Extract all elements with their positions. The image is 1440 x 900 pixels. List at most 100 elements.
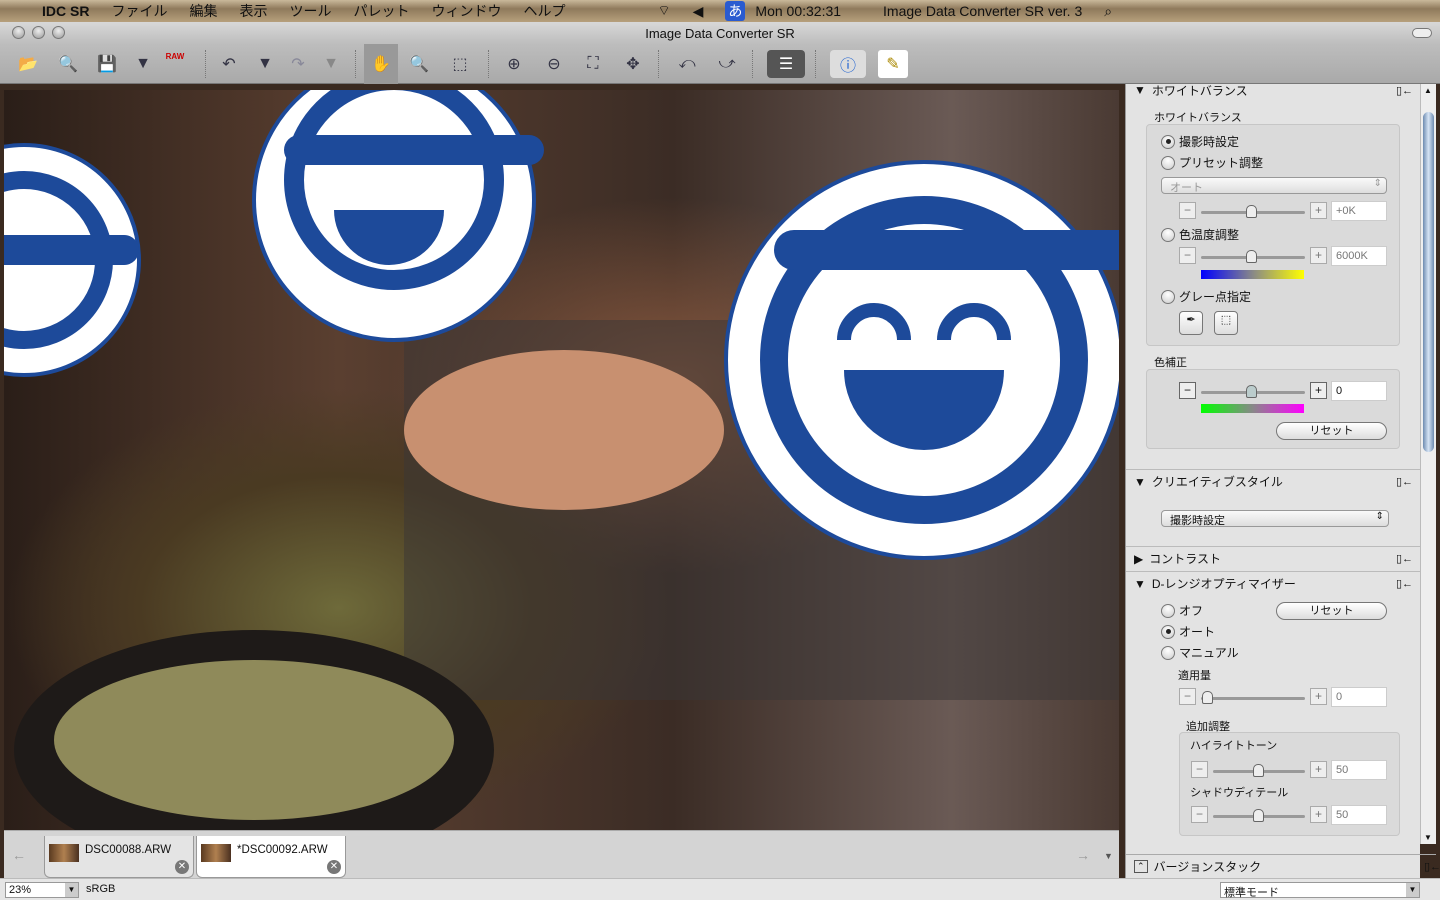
info-icon[interactable]: ⓘ [830, 50, 866, 78]
amount-slider[interactable]: − +0 [1179, 687, 1389, 708]
temp-value-field[interactable]: 6000K [1331, 246, 1387, 266]
next-file-arrow-icon[interactable]: → [1076, 847, 1090, 863]
redo-dropdown-icon[interactable]: ▼ [318, 52, 344, 76]
radio-gray-point[interactable]: グレー点指定 [1161, 288, 1251, 305]
save-icon[interactable]: 💾 [94, 52, 120, 76]
menu-file[interactable]: ファイル [111, 1, 167, 21]
pin-icon[interactable]: ▯← [1396, 475, 1413, 488]
tab-menu-icon[interactable]: ▼ [1104, 851, 1113, 861]
crop-select-icon[interactable]: ⬚ [447, 52, 473, 76]
thumbnail [201, 844, 231, 862]
input-method-icon[interactable]: あ [725, 1, 746, 21]
close-tab-icon[interactable]: ✕ [175, 860, 189, 874]
cc-gradient [1201, 404, 1304, 413]
menu-edit[interactable]: 編集 [189, 1, 217, 21]
section-contrast[interactable]: ▶ コントラスト ▯← [1126, 546, 1421, 570]
highlight-slider[interactable]: − +50 [1191, 760, 1391, 781]
edit-feather-icon[interactable]: ✎ [878, 50, 908, 78]
fit-screen-icon[interactable]: ⛶ [580, 52, 606, 76]
close-tab-icon[interactable]: ✕ [327, 860, 341, 874]
scroll-down-icon[interactable]: ▼ [1424, 833, 1432, 842]
disclosure-closed-icon: ▶ [1134, 551, 1144, 566]
wifi-icon[interactable]: ⌔ [657, 2, 670, 20]
disclosure-open-icon: ▼ [1134, 83, 1146, 97]
shadow-slider[interactable]: − +50 [1191, 805, 1391, 826]
panel-scrollbar[interactable]: ▲ ▼ [1420, 84, 1436, 844]
section-white-balance[interactable]: ▼ ホワイトバランス ▯← [1126, 78, 1421, 102]
preset-value-field[interactable]: +0K [1331, 201, 1387, 221]
section-title: コントラスト [1149, 552, 1221, 566]
hand-tool-icon[interactable]: ✋ [364, 44, 398, 84]
zoom-select[interactable]: 23% ▼ [5, 882, 79, 898]
radio-as-shot[interactable]: 撮影時設定 [1161, 133, 1239, 150]
preset-slider[interactable]: − + +0K [1179, 201, 1389, 222]
undo-icon[interactable]: ↶ [216, 52, 242, 76]
section-dro[interactable]: ▼ D-レンジオプティマイザー ▯← [1126, 571, 1421, 595]
raw-convert-icon[interactable]: RAW [162, 52, 188, 76]
scroll-up-icon[interactable]: ▲ [1424, 86, 1432, 95]
rotate-left-icon[interactable]: ⤺ [674, 52, 700, 76]
file-tab[interactable]: DSC00088.ARW ✕ [44, 836, 194, 878]
toolbar-toggle-button[interactable] [1412, 28, 1432, 38]
color-correction-slider[interactable]: − +0 [1179, 381, 1389, 402]
pin-icon[interactable]: ▯← [1396, 577, 1413, 590]
radio-dro-auto[interactable]: オート [1161, 623, 1215, 640]
wb-reset-button[interactable]: リセット [1276, 422, 1387, 440]
zoom-out-icon[interactable]: ⊖ [541, 52, 567, 76]
photo-canvas [4, 90, 1119, 830]
preset-select[interactable]: オート [1161, 177, 1387, 194]
clock[interactable]: Mon 00:32:31 [755, 3, 841, 19]
area-select-icon[interactable]: ⬚ [1214, 311, 1238, 335]
laughing-man-logo-middle [252, 90, 544, 342]
section-title: クリエイティブスタイル [1151, 475, 1283, 489]
shadow-value-field[interactable]: 50 [1331, 805, 1387, 825]
image-preview[interactable] [4, 90, 1119, 830]
zoom-in-icon[interactable]: ⊕ [501, 52, 527, 76]
open-folder-icon[interactable]: 📂 [15, 52, 41, 76]
prev-file-arrow-icon[interactable]: ← [12, 847, 26, 863]
dro-reset-button[interactable]: リセット [1276, 602, 1387, 620]
pin-icon[interactable]: ▯← [1396, 552, 1413, 565]
group-label: 色補正 [1154, 357, 1187, 369]
temp-slider[interactable]: − +6000K [1179, 246, 1389, 267]
radio-dro-off[interactable]: オフ [1161, 602, 1203, 619]
spotlight-icon[interactable]: ⌕ [1104, 3, 1112, 20]
menu-view[interactable]: 表示 [239, 1, 267, 21]
volume-icon[interactable]: ◀ [693, 3, 704, 20]
radio-color-temp[interactable]: 色温度調整 [1161, 226, 1239, 243]
menu-tools[interactable]: ツール [289, 1, 331, 21]
pin-icon[interactable]: ▯← [1424, 860, 1440, 873]
magnifier-icon[interactable]: 🔍 [406, 52, 432, 76]
section-creative-style[interactable]: ▼ クリエイティブスタイル ▯← [1126, 469, 1421, 493]
actual-size-icon[interactable]: ✥ [620, 52, 646, 76]
zoom-value: 23% [9, 884, 32, 896]
browse-icon[interactable]: 🔍 [55, 52, 81, 76]
menu-palette[interactable]: パレット [353, 1, 409, 21]
pin-icon[interactable]: ▯← [1396, 84, 1413, 97]
mode-select[interactable]: 標準モード ▼ [1220, 882, 1420, 899]
section-version-stack[interactable]: ⌃ バージョンスタック ▯← [1126, 854, 1440, 878]
menu-app[interactable]: IDC SR [42, 3, 89, 19]
file-tab-label: DSC00088.ARW [85, 844, 172, 856]
radio-dro-manual[interactable]: マニュアル [1161, 644, 1239, 661]
save-dropdown-icon[interactable]: ▼ [130, 52, 156, 76]
stew [54, 660, 454, 820]
highlight-value-field[interactable]: 50 [1331, 760, 1387, 780]
file-tab-label: *DSC00092.ARW [237, 844, 328, 856]
eyedropper-icon[interactable]: ✒ [1179, 311, 1203, 335]
radio-preset[interactable]: プリセット調整 [1161, 154, 1263, 171]
undo-dropdown-icon[interactable]: ▼ [252, 52, 278, 76]
cc-value-field[interactable]: 0 [1331, 381, 1387, 401]
file-tab-active[interactable]: *DSC00092.ARW ✕ [196, 836, 346, 878]
active-app[interactable]: Image Data Converter SR ver. 3 [883, 3, 1082, 19]
adjustment-palette-icon[interactable]: ☰ [767, 50, 805, 78]
title-bar: Image Data Converter SR [0, 22, 1440, 44]
creative-style-select[interactable]: 撮影時設定 [1161, 510, 1389, 527]
amount-value-field[interactable]: 0 [1331, 687, 1387, 707]
menu-help[interactable]: ヘルプ [523, 1, 565, 21]
menu-window[interactable]: ウィンドウ [431, 1, 501, 21]
disclosure-open-icon: ▼ [1134, 474, 1146, 489]
redo-icon[interactable]: ↷ [285, 52, 311, 76]
rotate-right-icon[interactable]: ⤻ [714, 52, 740, 76]
scroll-thumb[interactable] [1423, 112, 1434, 452]
